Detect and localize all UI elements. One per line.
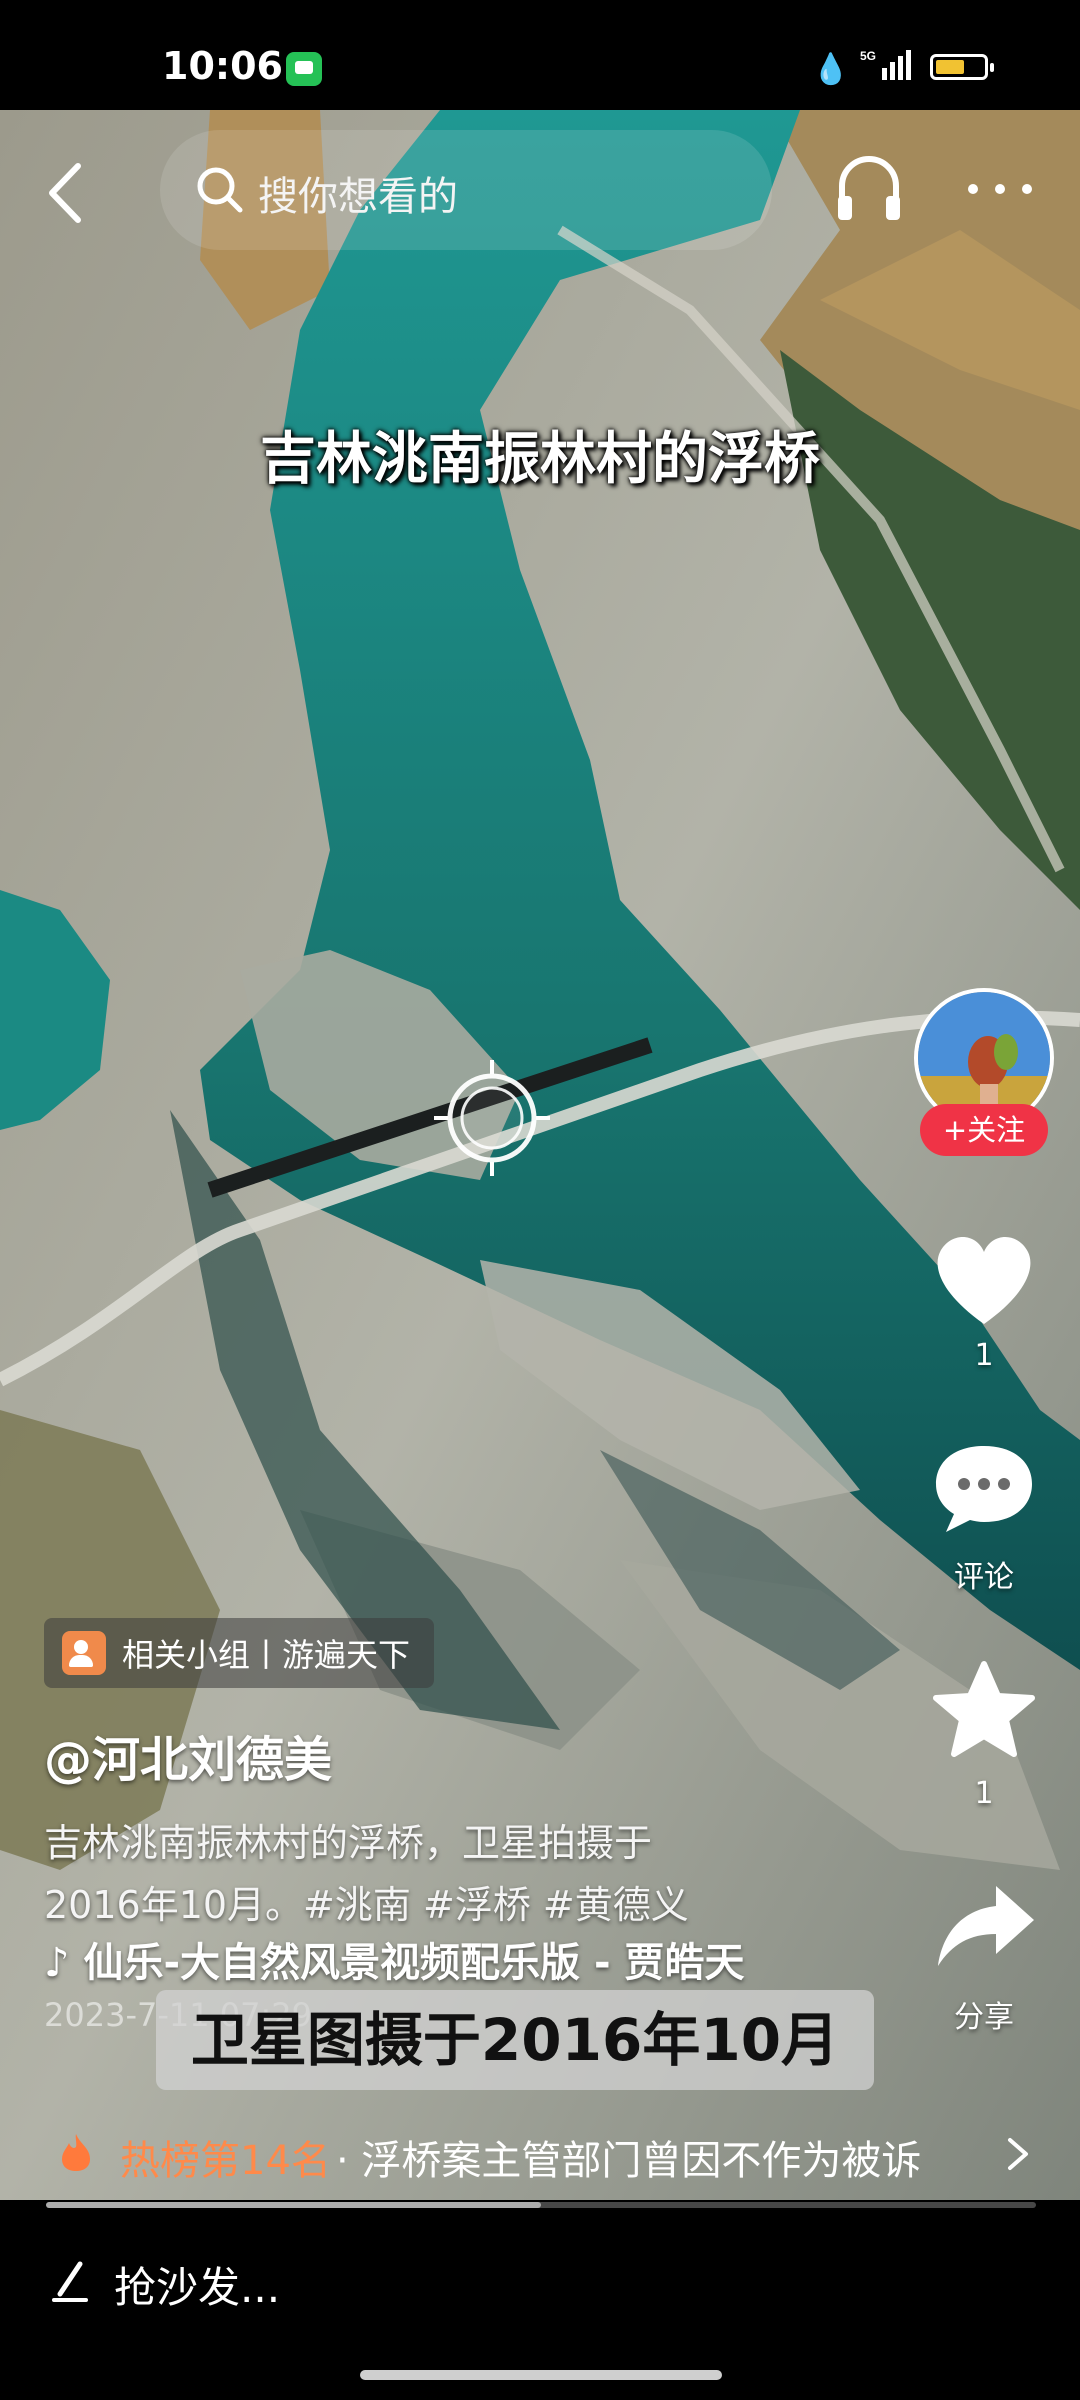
home-indicator[interactable] — [360, 2370, 722, 2380]
share-label: 分享 — [954, 2000, 1014, 2035]
author-name[interactable]: @河北刘德美 — [44, 1720, 332, 1790]
back-arrow-icon[interactable] — [46, 158, 86, 228]
post-description: 吉林洮南振林村的浮桥，卫星拍摄于 2016年10月。#洮南 #浮桥 #黄德义 — [44, 1812, 844, 1936]
search-icon — [197, 167, 243, 213]
status-bar: 10:06 💧 5G — [0, 0, 1080, 110]
hot-rank: 热榜第14名 — [120, 2138, 331, 2184]
chevron-right-icon — [1008, 2138, 1028, 2170]
comment-placeholder: 抢沙发... — [114, 2263, 281, 2312]
status-time: 10:06 — [162, 44, 283, 88]
network-label: 5G — [860, 49, 876, 63]
headphones-icon[interactable] — [836, 150, 902, 224]
share-icon[interactable] — [926, 1880, 1042, 1976]
hot-topic-title: · 浮桥案主管部门曾因不作为被诉 — [336, 2138, 922, 2184]
more-icon[interactable] — [968, 184, 1032, 196]
comment-label: 评论 — [954, 1560, 1014, 1595]
group-icon — [62, 1631, 106, 1675]
fire-icon — [62, 2134, 90, 2171]
favorite-count: 1 — [974, 1776, 994, 1811]
search-placeholder: 搜你想看的 — [258, 174, 458, 220]
heart-icon[interactable] — [926, 1224, 1042, 1334]
video-subtitle: 卫星图摄于2016年10月 — [156, 1990, 874, 2090]
description-line-2[interactable]: 2016年10月。#洮南 #浮桥 #黄德义 — [44, 1874, 844, 1936]
follow-button[interactable]: +关注 — [920, 1104, 1048, 1156]
like-count: 1 — [974, 1338, 994, 1373]
group-label: 相关小组丨游遍天下 — [122, 1636, 411, 1674]
star-icon[interactable] — [926, 1660, 1042, 1760]
music-track[interactable]: ♪ 仙乐-大自然风景视频配乐版 - 贾皓天 — [44, 1930, 745, 1988]
comment-icon[interactable] — [926, 1440, 1042, 1536]
pen-icon — [52, 2261, 88, 2302]
video-caption: 吉林洮南振林村的浮桥 — [260, 427, 820, 492]
related-group-tag[interactable]: 相关小组丨游遍天下 — [44, 1618, 435, 1688]
search-bar[interactable]: 搜你想看的 — [160, 130, 772, 250]
music-note-icon: ♪ — [44, 1940, 84, 1986]
playback-progress-bar[interactable] — [46, 2202, 1036, 2208]
message-notification-icon — [286, 52, 322, 86]
description-line-1: 吉林洮南振林村的浮桥，卫星拍摄于 — [44, 1821, 653, 1865]
music-title: 仙乐-大自然风景视频配乐版 - 贾皓天 — [83, 1940, 745, 1986]
battery-icon — [930, 54, 994, 80]
signal-icon: 5G — [860, 49, 911, 80]
data-saver-icon: 💧 — [812, 52, 850, 87]
hot-list-banner[interactable]: 热榜第14名 · 浮桥案主管部门曾因不作为被诉 — [0, 2118, 1080, 2188]
